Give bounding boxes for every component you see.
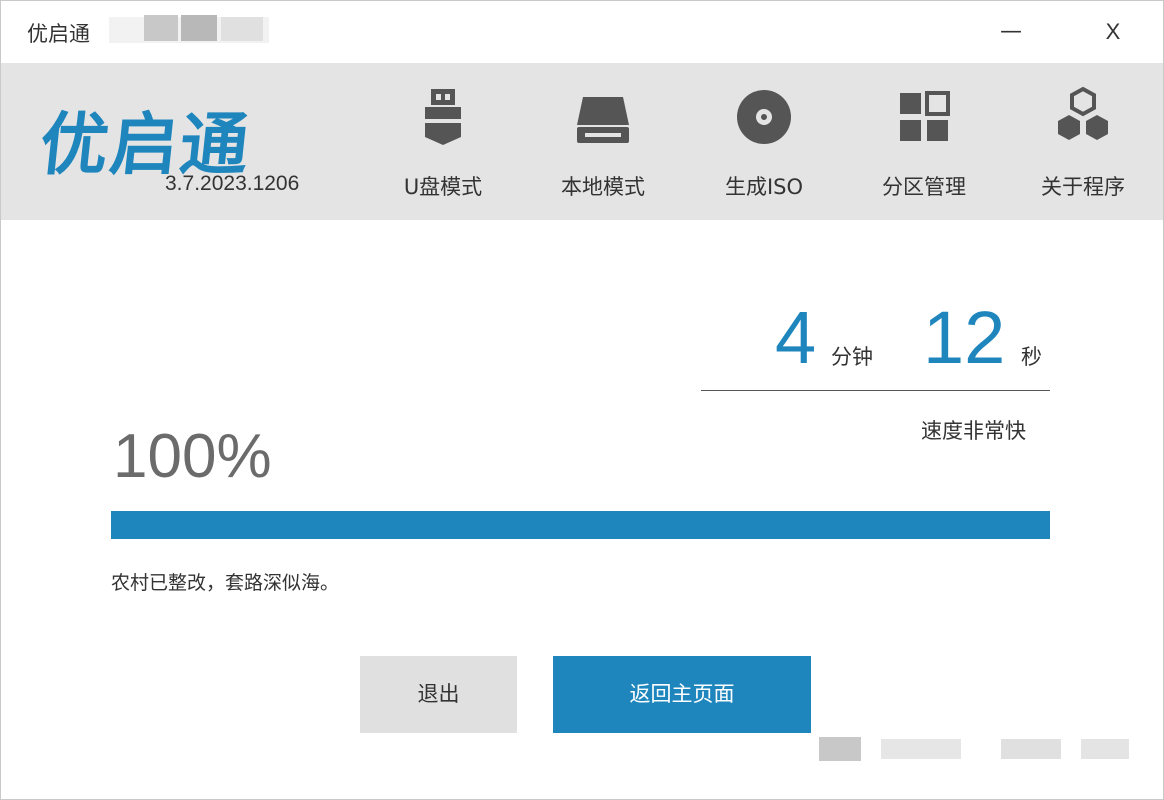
timer-minutes-unit: 分钟 (831, 345, 873, 369)
elapsed-timer: 4 分钟 12 秒 (701, 291, 1051, 391)
version-label: 3.7.2023.1206 (165, 172, 300, 195)
nav-make-iso[interactable]: 生成ISO (694, 77, 834, 205)
status-message: 农村已整改，套路深似海。 (111, 572, 340, 594)
minimize-button[interactable]: — (991, 15, 1031, 49)
nav-usb-mode-label: U盘模式 (403, 175, 483, 199)
timer-divider (701, 390, 1050, 391)
disc-icon (737, 90, 791, 144)
redacted-title-block (181, 15, 217, 41)
app-window: 优启通 — X 优启通 3.7.2023.1206 U盘模式 本地模式 生成IS… (0, 0, 1164, 800)
nav-make-iso-label: 生成ISO (724, 175, 804, 199)
progress-fill (111, 511, 1050, 539)
redacted-watermark (819, 737, 861, 761)
nav-about[interactable]: 关于程序 (1013, 77, 1153, 205)
title-bar[interactable]: 优启通 — X (1, 1, 1163, 63)
return-home-button[interactable]: 返回主页面 (553, 656, 811, 733)
usb-drive-icon (425, 89, 461, 145)
toolbar-header: 优启通 3.7.2023.1206 U盘模式 本地模式 生成ISO 分区管理 关… (1, 63, 1163, 220)
nav-local-mode[interactable]: 本地模式 (533, 77, 673, 205)
nav-partition-manager-label: 分区管理 (882, 175, 966, 199)
progress-percent: 100% (113, 422, 272, 491)
redacted-watermark (1001, 739, 1061, 759)
exit-button[interactable]: 退出 (360, 656, 517, 733)
nav-about-label: 关于程序 (1041, 175, 1125, 199)
window-title: 优启通 (27, 22, 90, 46)
nav-partition-manager[interactable]: 分区管理 (854, 77, 994, 205)
speed-status: 速度非常快 (921, 419, 1026, 443)
redacted-title-block (221, 17, 263, 41)
hexagon-cluster-icon (1058, 86, 1108, 140)
nav-local-mode-label: 本地模式 (561, 175, 645, 199)
close-button[interactable]: X (1093, 15, 1133, 49)
nav-usb-mode[interactable]: U盘模式 (373, 77, 513, 205)
redacted-title-block (144, 15, 178, 41)
partition-grid-icon (900, 91, 950, 141)
timer-seconds: 12 (923, 296, 1006, 379)
redacted-watermark (1081, 739, 1129, 759)
hard-drive-icon (577, 97, 629, 143)
redacted-watermark (881, 739, 961, 759)
timer-seconds-unit: 秒 (1021, 345, 1042, 369)
timer-minutes: 4 (775, 296, 817, 379)
progress-bar (111, 511, 1050, 539)
